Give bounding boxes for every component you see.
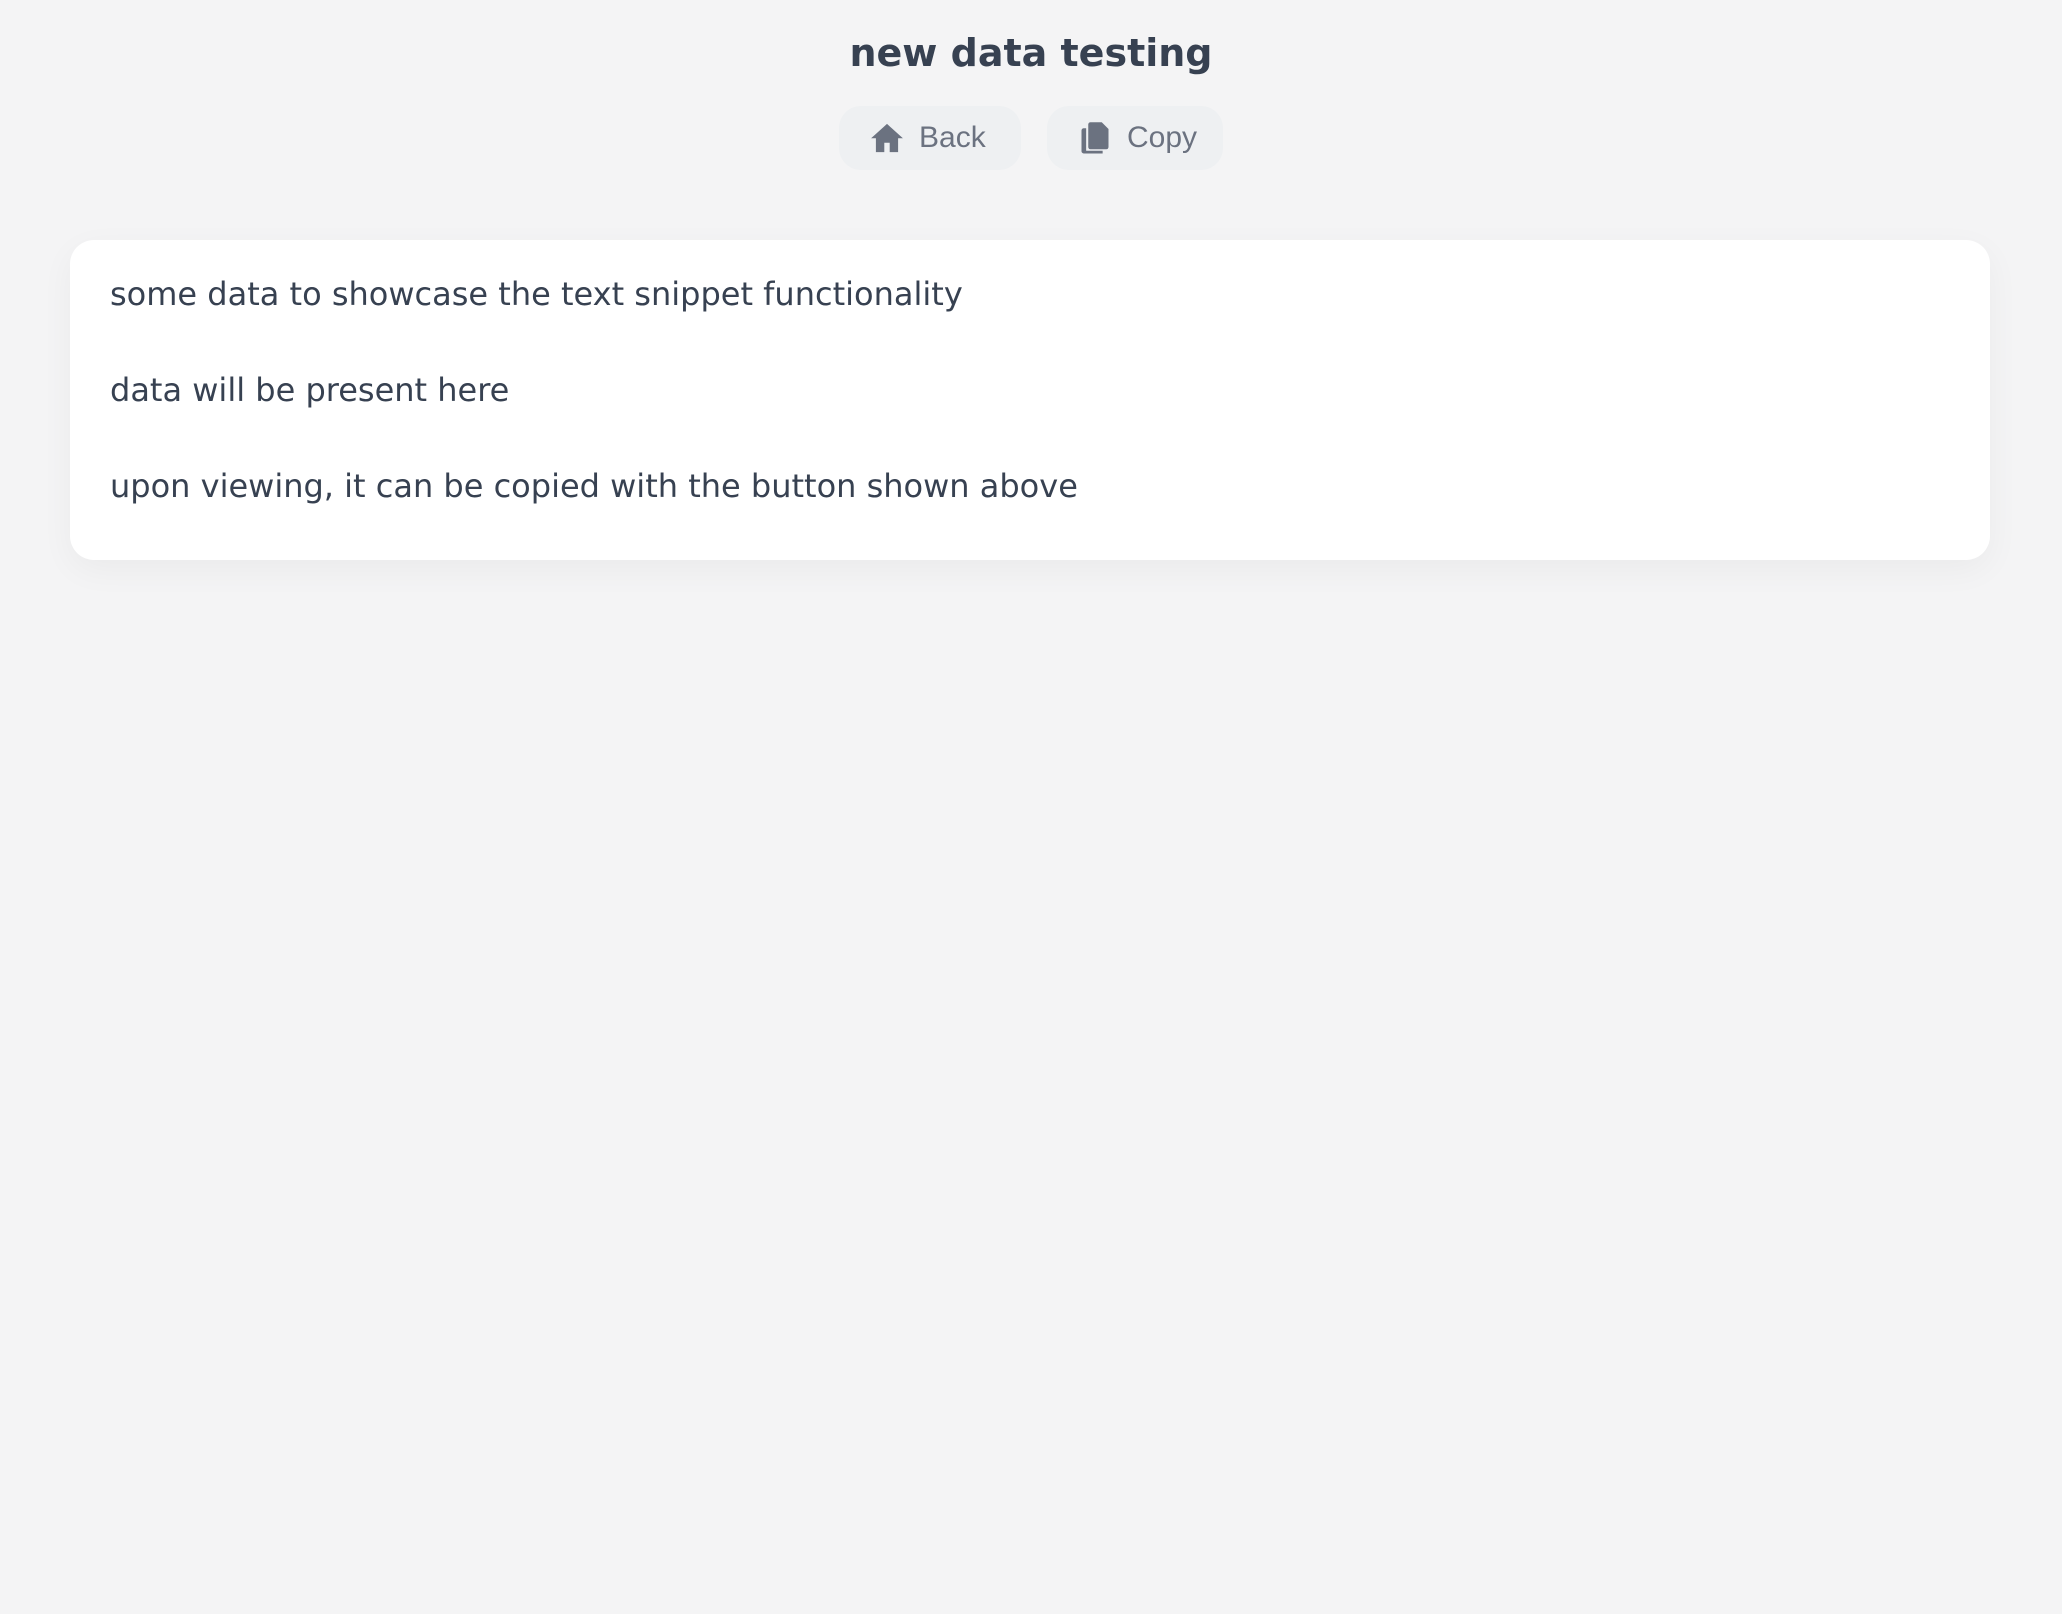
snippet-line: data will be present here xyxy=(110,371,510,409)
copy-icon xyxy=(1077,120,1113,156)
back-button[interactable]: Back xyxy=(839,106,1021,170)
snippet-line: upon viewing, it can be copied with the … xyxy=(110,467,1078,505)
snippet-card: some data to showcase the text snippet f… xyxy=(70,240,1990,560)
copy-button-label: Copy xyxy=(1127,121,1198,154)
back-button-label: Back xyxy=(919,121,986,154)
toolbar: Back Copy xyxy=(0,106,2062,170)
home-icon xyxy=(869,120,905,156)
copy-button[interactable]: Copy xyxy=(1047,106,1223,170)
snippet-line: some data to showcase the text snippet f… xyxy=(110,275,963,313)
page-title: new data testing xyxy=(849,31,1213,75)
